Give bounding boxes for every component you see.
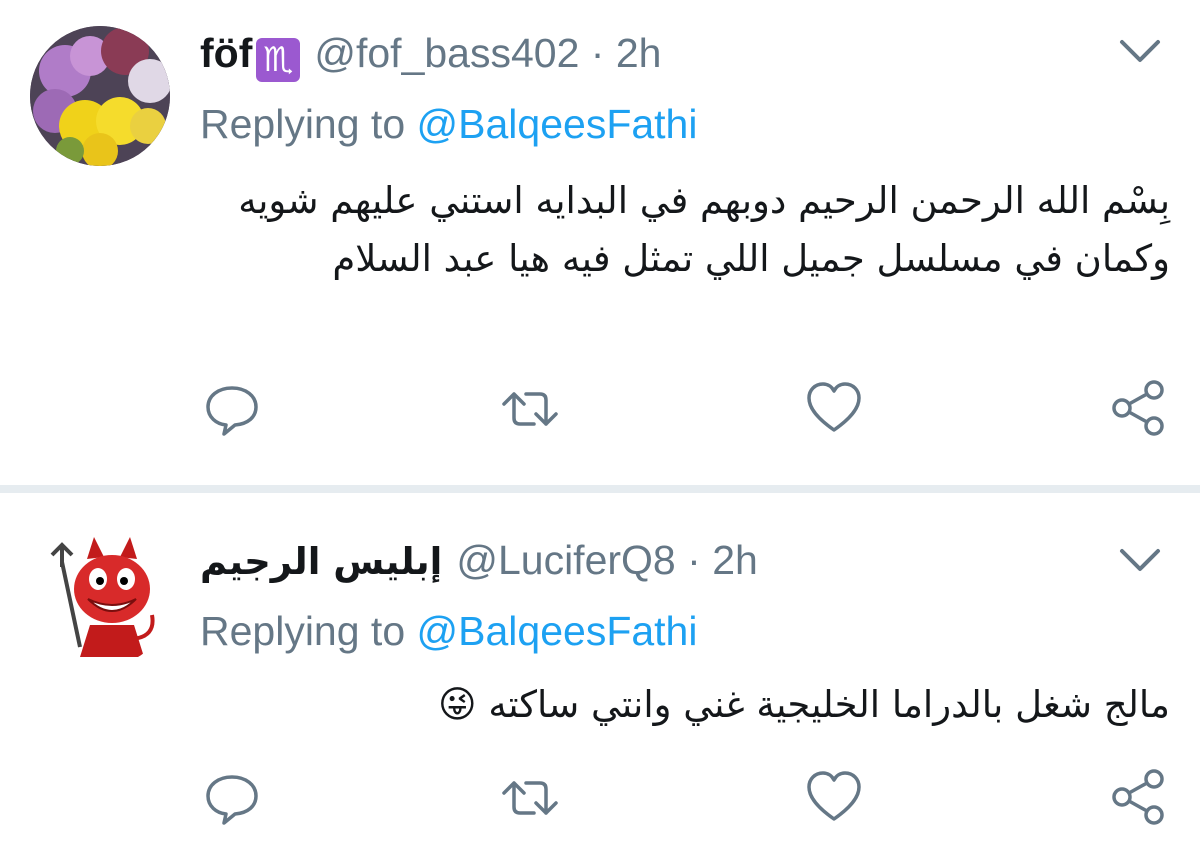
share-icon[interactable] <box>1108 767 1168 827</box>
display-name[interactable]: إبليس الرجيم <box>200 540 442 583</box>
replying-to-line: Replying to @BalqeesFathi <box>200 606 697 656</box>
timestamp[interactable]: 2h <box>712 537 758 583</box>
reply-icon[interactable] <box>202 767 262 827</box>
tweet[interactable]: إبليس الرجيم @LuciferQ8 · 2h Replying to … <box>0 0 1200 847</box>
tweet-header: إبليس الرجيم @LuciferQ8 · 2h <box>200 535 758 587</box>
tweet-text: مالج شغل بالدراما الخليجية غني وانتي ساك… <box>438 683 1170 726</box>
like-icon[interactable] <box>804 767 864 827</box>
user-handle[interactable]: @LuciferQ8 <box>456 537 675 583</box>
separator-dot: · <box>687 537 701 583</box>
replying-to-label: Replying to <box>200 608 406 654</box>
action-bar <box>0 767 1200 827</box>
chevron-down-icon[interactable] <box>1116 545 1164 575</box>
devil-avatar-image <box>32 527 172 667</box>
mention-link[interactable]: @BalqeesFathi <box>417 608 698 654</box>
avatar[interactable] <box>32 527 172 667</box>
retweet-icon[interactable] <box>500 767 560 827</box>
